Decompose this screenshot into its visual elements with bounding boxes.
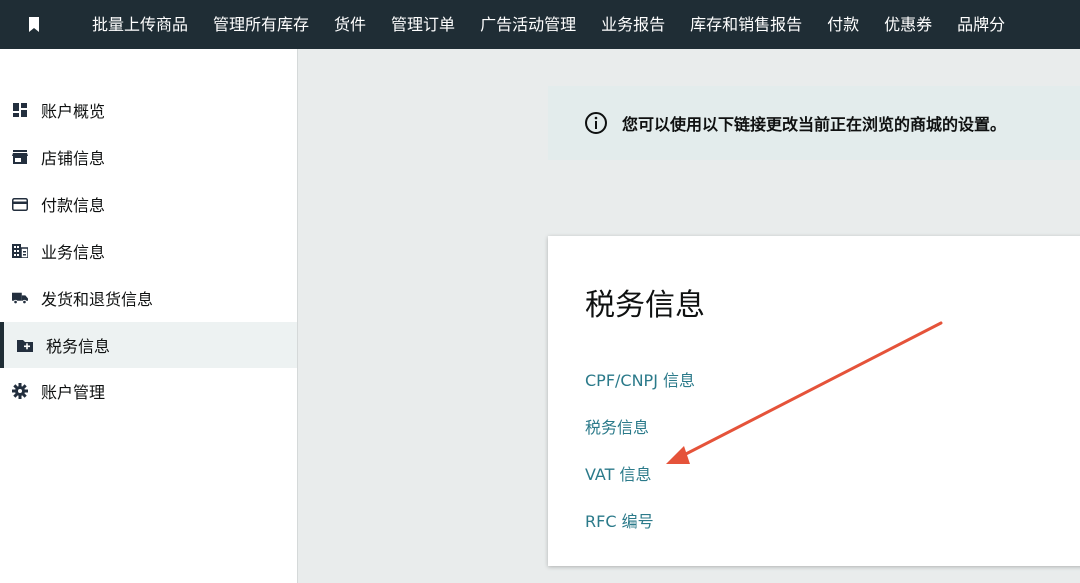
sidebar-item-label: 账户概览: [41, 102, 106, 121]
link-cpf-cnpj[interactable]: CPF/CNPJ 信息: [585, 367, 695, 391]
info-banner: 您可以使用以下链接更改当前正在浏览的商城的设置。: [548, 86, 1080, 160]
link-vat-info[interactable]: VAT 信息: [585, 461, 652, 485]
gear-icon: [12, 383, 28, 399]
building-icon: [12, 243, 28, 259]
top-navigation-bar: 批量上传商品 管理所有库存 货件 管理订单 广告活动管理 业务报告 库存和销售报…: [0, 0, 1080, 49]
nav-inventory-sales-reports[interactable]: 库存和销售报告: [678, 0, 815, 49]
sidebar-item-label: 业务信息: [41, 243, 106, 262]
info-icon: [584, 111, 608, 135]
folder-plus-icon: [17, 337, 33, 353]
nav-campaign-manager[interactable]: 广告活动管理: [468, 0, 589, 49]
sidebar-item-label: 店铺信息: [41, 149, 106, 168]
sidebar-item-label: 发货和退货信息: [41, 290, 154, 309]
dashboard-icon: [12, 102, 28, 118]
sidebar-item-account-management[interactable]: 账户管理: [0, 368, 297, 414]
truck-icon: [12, 290, 28, 306]
card-title: 税务信息: [585, 288, 705, 323]
sidebar-item-account-overview[interactable]: 账户概览: [0, 87, 297, 133]
sidebar-item-business-info[interactable]: 业务信息: [0, 228, 297, 274]
sidebar-item-label: 税务信息: [46, 337, 111, 356]
sidebar-item-label: 账户管理: [41, 383, 106, 402]
credit-card-icon: [12, 196, 28, 212]
link-rfc-number[interactable]: RFC 编号: [585, 508, 654, 532]
sidebar-item-payment-info[interactable]: 付款信息: [0, 181, 297, 227]
nav-business-reports[interactable]: 业务报告: [589, 0, 678, 49]
nav-coupons[interactable]: 优惠券: [872, 0, 945, 49]
nav-brand[interactable]: 品牌分: [945, 0, 1018, 49]
sidebar: 账户概览 店铺信息 付款信息 业务信息 发货和退货信息 税务信息 账户管理: [0, 49, 298, 583]
sidebar-item-shipping-returns[interactable]: 发货和退货信息: [0, 275, 297, 321]
store-icon: [12, 149, 28, 165]
nav-manage-orders[interactable]: 管理订单: [379, 0, 468, 49]
nav-manage-inventory[interactable]: 管理所有库存: [201, 0, 322, 49]
nav-shipments[interactable]: 货件: [322, 0, 379, 49]
nav-payments[interactable]: 付款: [815, 0, 872, 49]
link-tax-info[interactable]: 税务信息: [585, 414, 649, 438]
sidebar-item-label: 付款信息: [41, 196, 106, 215]
tax-info-card: 税务信息 CPF/CNPJ 信息 税务信息 VAT 信息 RFC 编号: [548, 236, 1080, 566]
sidebar-item-tax-info[interactable]: 税务信息: [0, 322, 297, 368]
sidebar-item-store-info[interactable]: 店铺信息: [0, 134, 297, 180]
banner-text: 您可以使用以下链接更改当前正在浏览的商城的设置。: [622, 115, 1007, 134]
bookmark-icon[interactable]: [2, 0, 66, 49]
nav-bulk-upload[interactable]: 批量上传商品: [66, 0, 201, 49]
